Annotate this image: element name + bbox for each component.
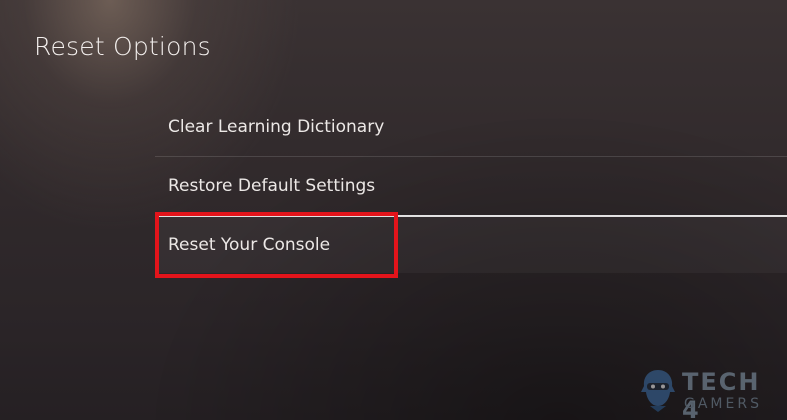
- tech4gamers-watermark: TECH 4 GAMERS: [638, 368, 784, 420]
- menu-item-label: Restore Default Settings: [168, 176, 376, 196]
- menu-item-label: Reset Your Console: [168, 235, 331, 255]
- page-title: Reset Options: [34, 32, 211, 61]
- menu-item-label: Clear Learning Dictionary: [168, 117, 385, 137]
- watermark-line2: GAMERS: [684, 396, 762, 412]
- menu-item-restore-default-settings[interactable]: Restore Default Settings: [155, 157, 787, 216]
- reset-options-menu: Clear Learning Dictionary Restore Defaul…: [155, 98, 787, 273]
- menu-item-clear-learning-dictionary[interactable]: Clear Learning Dictionary: [155, 98, 787, 157]
- ninja-mascot-icon: [641, 370, 675, 412]
- watermark-line1: TECH 4: [682, 368, 761, 420]
- menu-item-reset-your-console[interactable]: Reset Your Console: [155, 215, 787, 273]
